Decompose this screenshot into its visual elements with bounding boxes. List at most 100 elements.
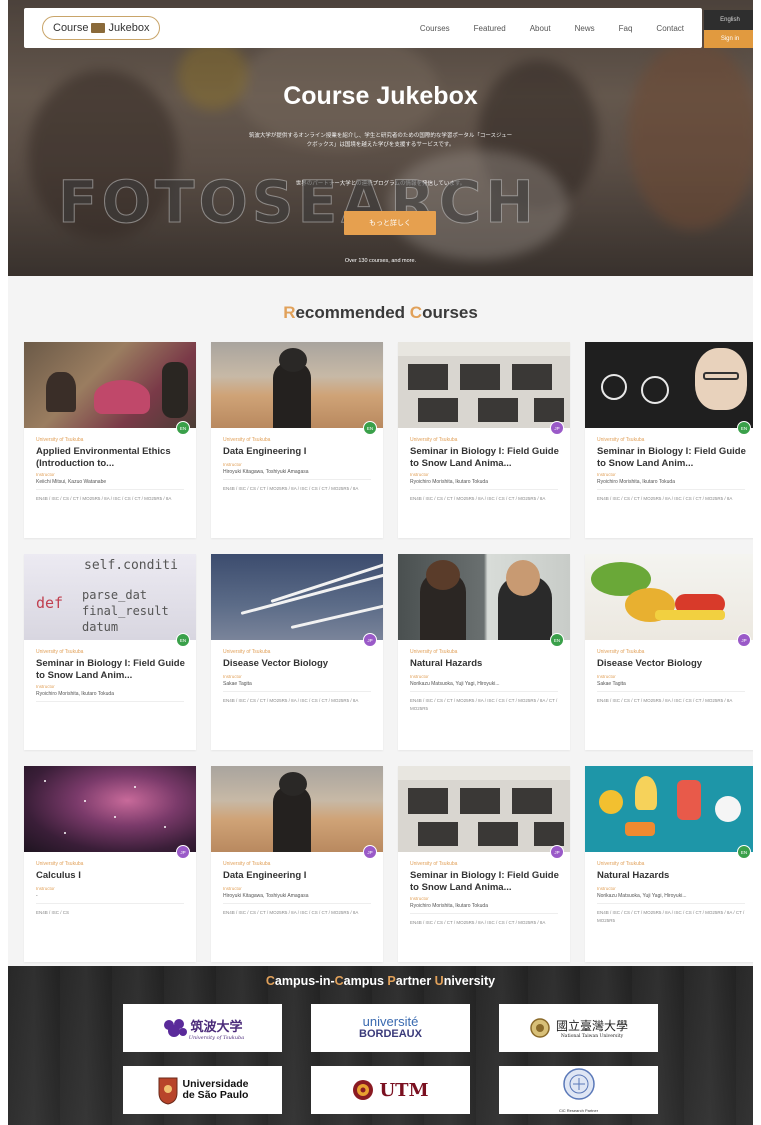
course-thumbnail bbox=[585, 766, 753, 852]
course-card[interactable]: JP University of Tsukuba Seminar in Biolog… bbox=[398, 766, 570, 962]
nav-courses[interactable]: Courses bbox=[420, 24, 450, 33]
course-instructor: Ryoichiro Morishita, Ikutaro Tokuda bbox=[410, 479, 488, 485]
course-title[interactable]: Natural Hazards bbox=[410, 658, 560, 670]
course-instructor: - bbox=[36, 893, 38, 899]
course-university: University of Tsukuba bbox=[597, 649, 645, 655]
language-button[interactable]: English bbox=[704, 10, 753, 30]
nav-featured[interactable]: Featured bbox=[474, 24, 506, 33]
ntu-name: 國立臺灣大學 bbox=[555, 1019, 628, 1033]
card-divider bbox=[36, 701, 184, 702]
course-card[interactable]: EN University of Tsukuba Natural Hazards In… bbox=[585, 766, 753, 962]
course-instructor: Keiichi Mitsui, Kazuo Watanabe bbox=[36, 479, 107, 485]
course-title[interactable]: Calculus I bbox=[36, 870, 186, 882]
course-title[interactable]: Disease Vector Biology bbox=[223, 658, 373, 670]
course-card[interactable]: JP University of Tsukuba Seminar in Biolog… bbox=[398, 342, 570, 538]
course-title[interactable]: Seminar in Biology I: Field Guide to Sno… bbox=[36, 658, 186, 681]
partner-tsukuba[interactable]: 筑波大学 University of Tsukuba bbox=[123, 1004, 282, 1052]
course-instructor: Norikazu Matsuoka, Yuji Yagi, Hiroyuki..… bbox=[597, 893, 687, 899]
course-thumbnail bbox=[211, 342, 383, 428]
course-card[interactable]: JP University of Tsukuba Disease Vector Bi… bbox=[211, 554, 383, 750]
partner-utm[interactable]: UTM bbox=[311, 1066, 470, 1114]
course-instructor: Sakae Tagita bbox=[597, 681, 626, 687]
course-thumbnail bbox=[24, 766, 196, 852]
instructor-label: Instructor bbox=[597, 886, 616, 891]
course-university: University of Tsukuba bbox=[36, 861, 84, 867]
nav-faq[interactable]: Faq bbox=[619, 24, 633, 33]
course-thumbnail bbox=[585, 342, 753, 428]
course-thumbnail bbox=[398, 554, 570, 640]
title-initial: C bbox=[334, 974, 344, 988]
card-divider bbox=[223, 903, 371, 904]
nav-about[interactable]: About bbox=[530, 24, 551, 33]
course-tags: EN4B / ISC / CS bbox=[36, 910, 70, 915]
course-card[interactable]: JP University of Tsukuba Calculus I Instruc… bbox=[24, 766, 196, 962]
course-card[interactable]: EN University of Tsukuba Data Engineering … bbox=[211, 342, 383, 538]
usp-crest-icon bbox=[158, 1077, 178, 1105]
course-card[interactable]: self.conditi def parse_dat final_result datu… bbox=[24, 554, 196, 750]
site-logo[interactable]: Course Jukebox bbox=[42, 16, 161, 40]
instructor-label: Instructor bbox=[597, 472, 616, 477]
card-divider bbox=[597, 903, 745, 904]
course-title[interactable]: Seminar in Biology I: Field Guide to Sno… bbox=[597, 446, 747, 469]
instructor-label: Instructor bbox=[36, 886, 55, 891]
course-thumbnail bbox=[398, 342, 570, 428]
language-badge: JP bbox=[176, 845, 190, 859]
jukebox-icon bbox=[91, 23, 106, 33]
course-tags: EN4B / ISC / CS / CT / MO25R5 / 8A / ISC… bbox=[223, 698, 359, 703]
course-title[interactable]: Natural Hazards bbox=[597, 870, 747, 882]
partner-bordeaux[interactable]: université BORDEAUX bbox=[311, 1004, 470, 1052]
course-thumbnail bbox=[398, 766, 570, 852]
course-title[interactable]: Disease Vector Biology bbox=[597, 658, 747, 670]
language-badge: JP bbox=[550, 421, 564, 435]
partners-section: Campus-in-Campus Partner University 筑波大学… bbox=[8, 966, 753, 1125]
course-university: University of Tsukuba bbox=[597, 437, 645, 443]
partners-title: Campus-in-Campus Partner University bbox=[8, 974, 753, 988]
hero-description: 筑波大学が提供するオンライン授業を紹介し、学生と研究者のための国際的な学習ポータ… bbox=[248, 133, 513, 148]
partner-research[interactable]: CiC Research Partner bbox=[499, 1066, 658, 1114]
course-title[interactable]: Data Engineering I bbox=[223, 870, 373, 882]
course-university: University of Tsukuba bbox=[410, 437, 458, 443]
instructor-label: Instructor bbox=[410, 472, 429, 477]
partner-usp[interactable]: Universidade de São Paulo bbox=[123, 1066, 282, 1114]
ntu-seal-icon bbox=[530, 1018, 550, 1038]
course-title[interactable]: Seminar in Biology I: Field Guide to Sno… bbox=[410, 446, 560, 469]
course-card[interactable]: EN University of Tsukuba Natural Hazards In… bbox=[398, 554, 570, 750]
bordeaux-name: université bbox=[362, 1014, 419, 1029]
course-thumbnail bbox=[211, 554, 383, 640]
instructor-label: Instructor bbox=[410, 674, 429, 679]
course-card[interactable]: EN University of Tsukuba Applied Environme… bbox=[24, 342, 196, 538]
course-title[interactable]: Seminar in Biology I: Field Guide to Sno… bbox=[410, 870, 560, 893]
nav-links: Courses Featured About News Faq Contact bbox=[420, 24, 684, 33]
instructor-label: Instructor bbox=[410, 896, 429, 901]
title-word: ourses bbox=[422, 303, 478, 322]
course-card[interactable]: EN University of Tsukuba Seminar in Biolog… bbox=[585, 342, 753, 538]
course-tags: EN4B / ISC / CS / CT / MO25R5 / 8A / ISC… bbox=[597, 496, 733, 501]
language-badge: JP bbox=[550, 845, 564, 859]
card-divider bbox=[410, 489, 558, 490]
logo-text-left: Course bbox=[53, 22, 89, 34]
course-university: University of Tsukuba bbox=[597, 861, 645, 867]
course-count: Over 130 courses, and more. bbox=[344, 258, 417, 264]
utm-name: UTM bbox=[379, 1079, 429, 1101]
course-tags: EN4B / ISC / CS / CT / MO25R5 / 8A / ISC… bbox=[410, 496, 546, 501]
course-title[interactable]: Applied Environmental Ethics (Introducti… bbox=[36, 446, 186, 469]
title-word: ampus bbox=[343, 974, 388, 988]
learn-more-button[interactable]: もっと詳しく bbox=[344, 211, 436, 235]
nav-contact[interactable]: Contact bbox=[656, 24, 684, 33]
ntu-sub: National Taiwan University bbox=[560, 1034, 624, 1039]
language-badge: JP bbox=[363, 845, 377, 859]
course-instructor: Ryoichiro Morishita, Ikutaro Tokuda bbox=[597, 479, 675, 485]
partner-ntu[interactable]: 國立臺灣大學 National Taiwan University bbox=[499, 1004, 658, 1052]
tsukuba-emblem-icon bbox=[163, 1019, 187, 1037]
course-card[interactable]: JP University of Tsukuba Disease Vector Bi… bbox=[585, 554, 753, 750]
course-university: University of Tsukuba bbox=[223, 437, 271, 443]
course-card[interactable]: JP University of Tsukuba Data Engineering … bbox=[211, 766, 383, 962]
nav-news[interactable]: News bbox=[575, 24, 595, 33]
card-divider bbox=[597, 489, 745, 490]
course-title[interactable]: Data Engineering I bbox=[223, 446, 373, 458]
bordeaux-city: BORDEAUX bbox=[359, 1028, 422, 1040]
hero-section: Course Jukebox Courses Featured About Ne… bbox=[8, 0, 753, 276]
course-tags: EN4B / ISC / CS / CT / MO25R5 / 8A / ISC… bbox=[223, 910, 359, 915]
course-tags: EN4B / ISC / CS / CT / MO25R5 / 8A / ISC… bbox=[597, 698, 733, 703]
signin-button[interactable]: Sign in bbox=[704, 30, 753, 48]
